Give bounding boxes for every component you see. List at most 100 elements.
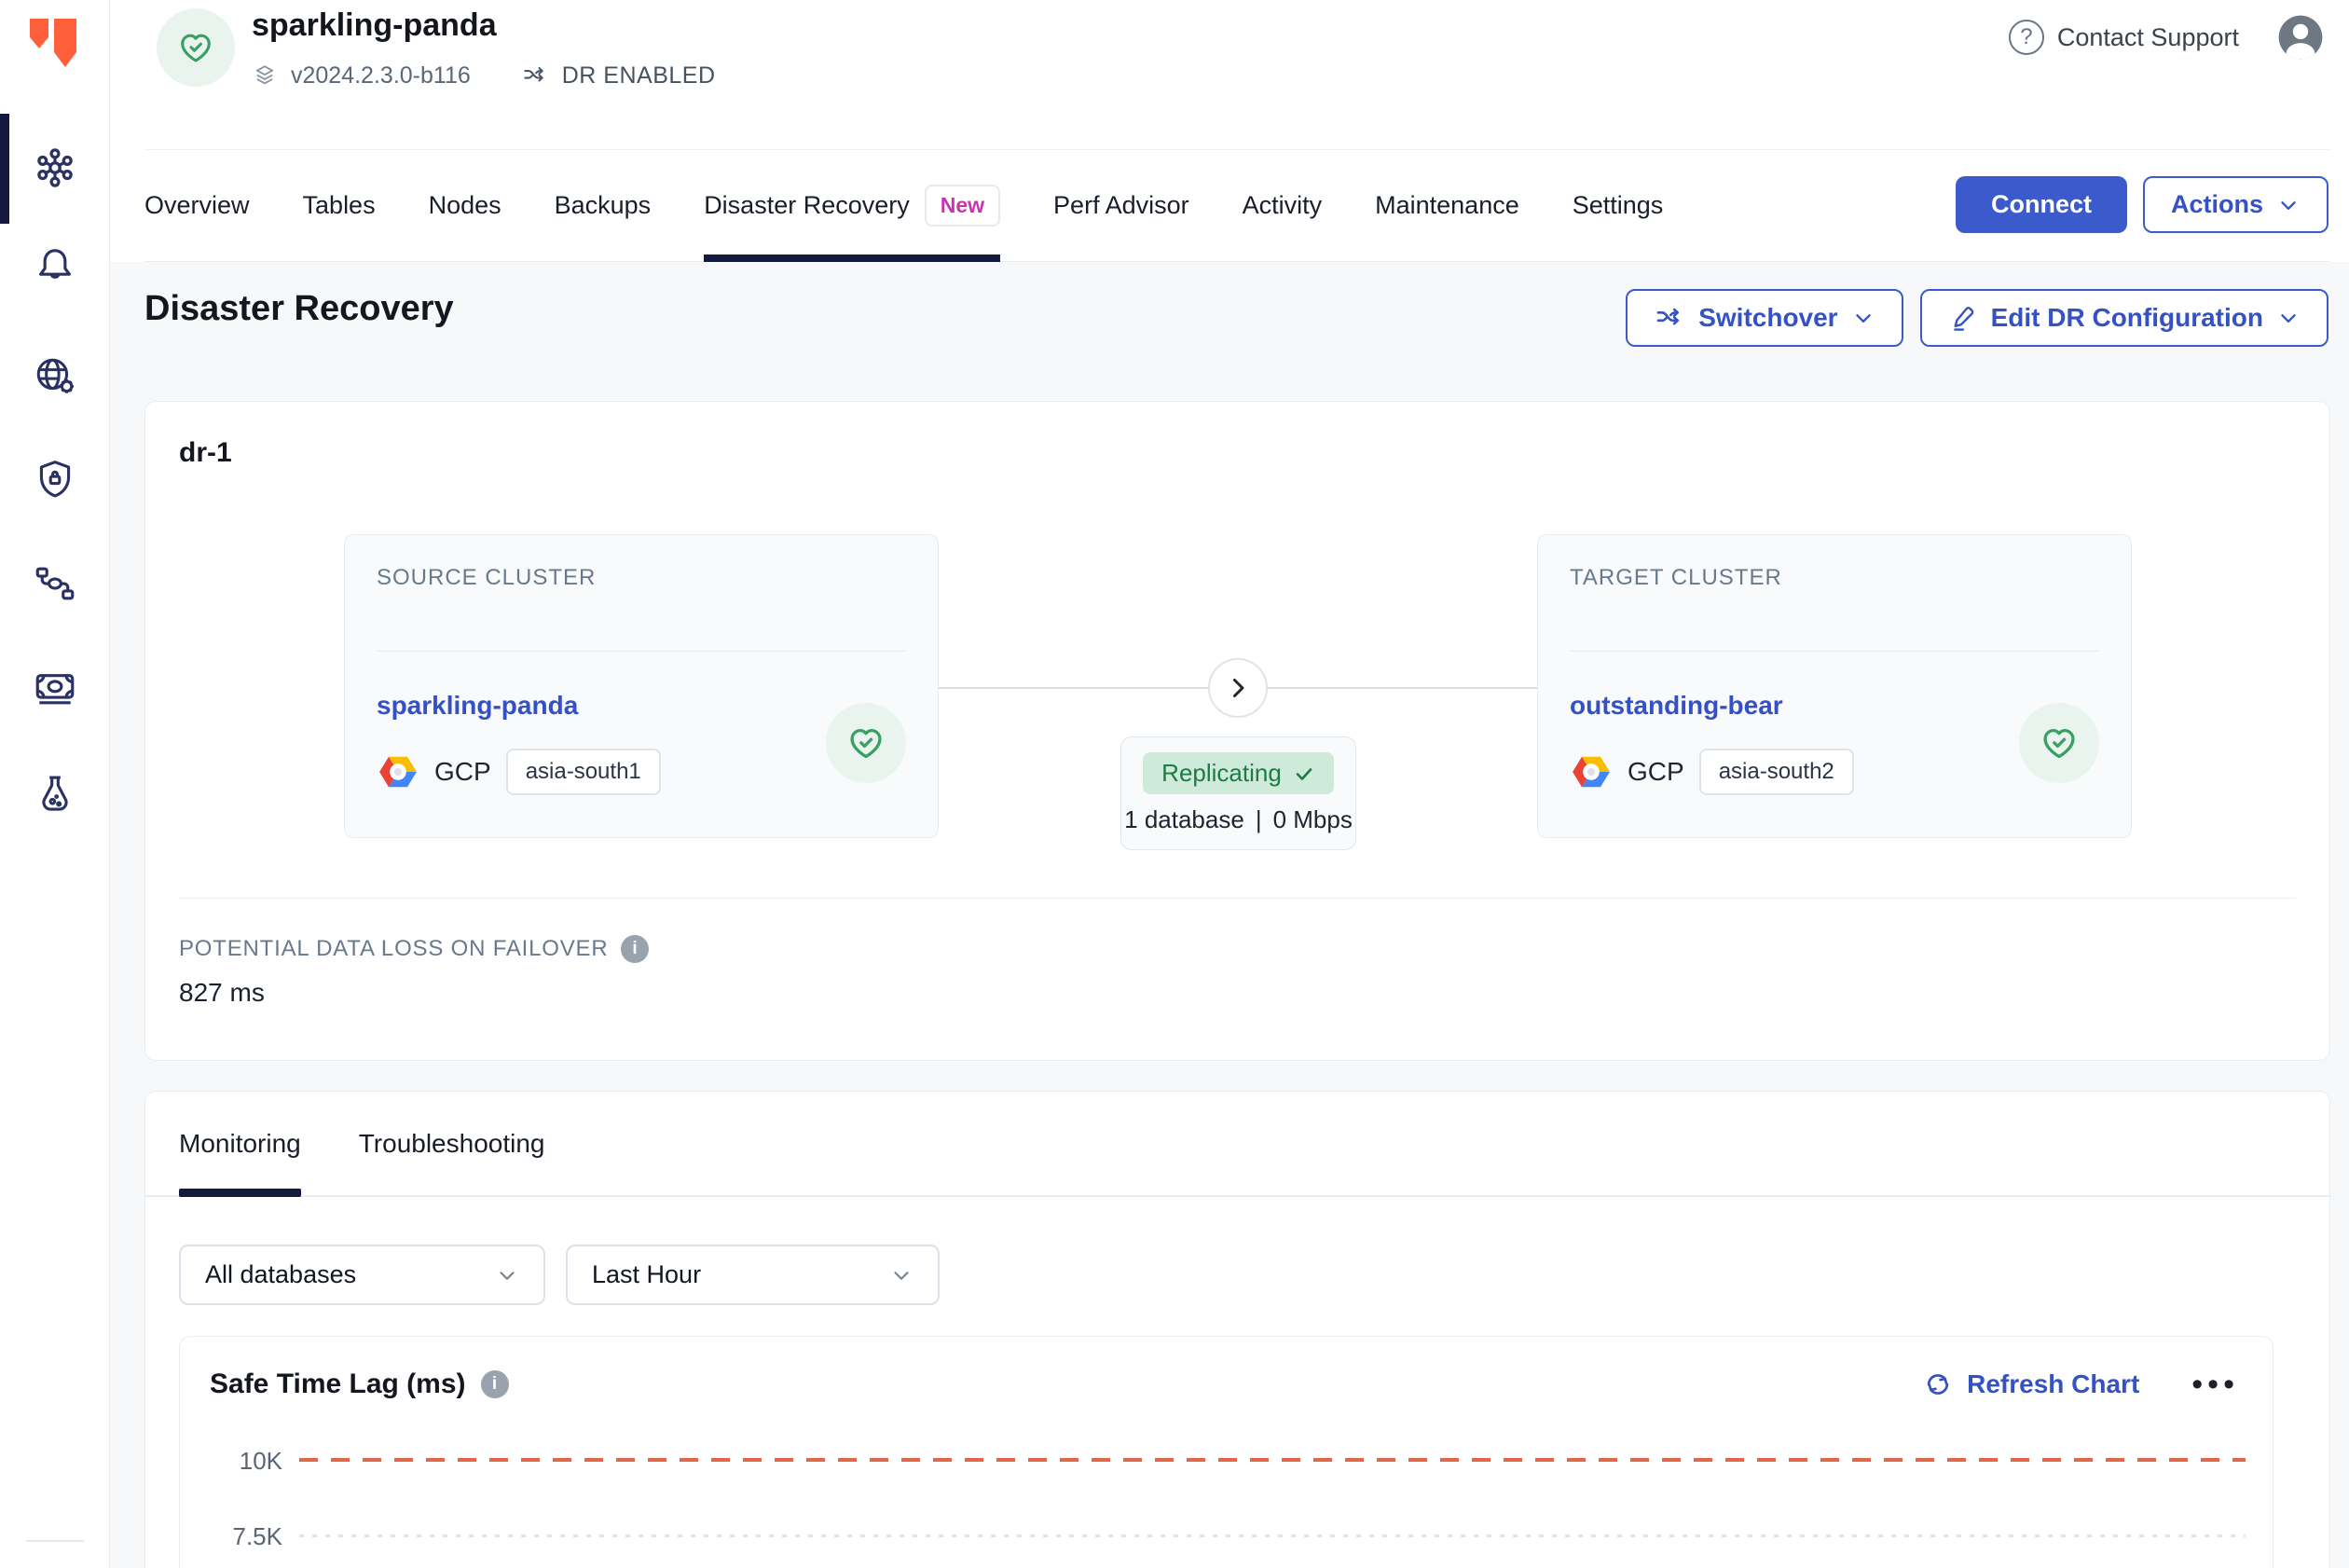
source-cluster-link[interactable]: sparkling-panda [377,691,661,721]
app-root: sparkling-panda v2024.2.3.0-b116 [0,0,2349,1568]
refresh-chart-button[interactable]: Refresh Chart [1922,1369,2139,1400]
target-health-badge [2019,703,2099,783]
data-loss-value: 827 ms [179,978,265,1008]
flask-icon [32,771,78,818]
replication-detail: 1 database | 0 Mbps [1124,805,1353,834]
tab-troubleshooting[interactable]: Troubleshooting [359,1092,545,1195]
cluster-meta: v2024.2.3.0-b116 DR ENABLED [252,62,716,89]
sidebar-item-alerts[interactable] [29,240,81,292]
tab-nodes[interactable]: Nodes [429,150,501,261]
chevron-down-icon [2276,193,2301,217]
edit-pencil-icon [1948,303,1978,333]
active-nav-indicator [0,114,9,224]
replication-status-box: Replicating 1 database | 0 Mbps [1120,736,1356,850]
chart-filters: All databases Last Hour [179,1245,940,1305]
tab-disaster-recovery[interactable]: Disaster Recovery New [704,150,1000,261]
source-region-pill: asia-south1 [506,749,661,795]
switchover-button[interactable]: Switchover [1626,289,1903,347]
sidebar-item-labs[interactable] [29,768,81,820]
shield-lock-icon [32,456,78,502]
tab-monitoring[interactable]: Monitoring [179,1092,301,1195]
topbar-buttons: Connect Actions [1956,176,2328,233]
chart-header: Safe Time Lag (ms) i Refr [210,1369,2239,1400]
cluster-version: v2024.2.3.0-b116 [291,62,471,89]
cluster-card-divider [377,651,906,652]
y-axis-tick-7-5k: 7.5K [208,1522,282,1551]
monitoring-card: Monitoring Troubleshooting All databases… [144,1091,2330,1568]
edit-dr-configuration-button[interactable]: Edit DR Configuration [1920,289,2328,347]
refresh-icon [1922,1369,1954,1400]
question-circle-icon: ? [2009,20,2044,55]
globe-gear-icon [31,352,79,401]
cluster-health-badge [157,8,235,87]
source-cluster-card: SOURCE CLUSTER sparkling-panda [344,534,939,838]
info-icon[interactable]: i [481,1370,509,1398]
source-health-badge [826,703,906,783]
connect-button[interactable]: Connect [1956,176,2127,233]
heart-check-icon [175,27,216,68]
sidebar-item-billing[interactable] [29,662,81,714]
sidebar-item-regions[interactable] [29,351,81,403]
target-cluster-link[interactable]: outstanding-bear [1570,691,1854,721]
target-provider-label: GCP [1628,757,1684,787]
page-actions: Switchover Edit DR Configuration [1626,289,2328,347]
cluster-card-divider [1570,651,2099,652]
source-provider-label: GCP [434,757,491,787]
dr-config-name: dr-1 [179,437,232,469]
sidebar-item-integrations[interactable] [29,557,81,610]
chevron-down-icon [889,1263,914,1287]
safe-time-lag-chart-card: Safe Time Lag (ms) i Refr [179,1336,2273,1568]
chevron-down-icon [495,1263,519,1287]
y-axis-tick-10k: 10K [208,1447,282,1476]
tab-activity[interactable]: Activity [1243,150,1323,261]
topbar: sparkling-panda v2024.2.3.0-b116 [110,0,2349,262]
layers-icon [252,62,278,89]
target-cluster-role-label: TARGET CLUSTER [1570,565,2099,591]
threshold-line-10k [299,1458,2246,1462]
replication-status-pill: Replicating [1143,752,1334,794]
heart-check-icon [2038,722,2081,764]
sidebar-divider [26,1540,84,1542]
tab-backups[interactable]: Backups [555,150,652,261]
chevron-right-icon [1208,658,1268,718]
dr-card-divider [179,898,2296,899]
gcp-icon [377,750,419,793]
tab-overview[interactable]: Overview [144,150,250,261]
database-select[interactable]: All databases [179,1245,545,1305]
actions-button[interactable]: Actions [2143,176,2328,233]
dr-enabled-label: DR ENABLED [562,62,716,89]
source-cluster-role-label: SOURCE CLUSTER [377,565,906,591]
new-badge: New [925,185,1000,227]
sidebar-item-clusters[interactable] [29,142,81,194]
page-title: Disaster Recovery [144,289,454,329]
target-region-pill: asia-south2 [1699,749,1854,795]
money-icon [32,665,78,711]
chevron-down-icon [2276,306,2301,330]
yugabyte-logo[interactable] [26,15,84,75]
time-range-select[interactable]: Last Hour [566,1245,940,1305]
sidebar-item-security[interactable] [29,453,81,505]
contact-support-label: Contact Support [2057,23,2239,52]
tab-tables[interactable]: Tables [303,150,376,261]
monitoring-tabbar: Monitoring Troubleshooting [145,1092,2329,1197]
chart-menu-button[interactable]: ••• [2191,1375,2239,1394]
dr-shuffle-icon [521,62,549,89]
chart-title: Safe Time Lag (ms) i [210,1369,509,1400]
tab-maintenance[interactable]: Maintenance [1375,150,1519,261]
tab-settings[interactable]: Settings [1573,150,1664,261]
sidebar [0,0,110,1568]
bell-icon [32,242,78,289]
tab-perf-advisor[interactable]: Perf Advisor [1053,150,1189,261]
gridline-7-5k [299,1534,2246,1537]
info-icon[interactable]: i [621,935,649,963]
target-cluster-card: TARGET CLUSTER outstanding-bear [1537,534,2132,838]
check-icon [1293,763,1315,785]
chevron-down-icon [1851,306,1875,330]
flow-icon [32,560,78,607]
switchover-icon [1654,302,1685,334]
data-loss-label-row: POTENTIAL DATA LOSS ON FAILOVER i [179,935,649,963]
user-avatar[interactable] [2274,11,2327,63]
heart-check-icon [845,722,887,764]
contact-support-button[interactable]: ? Contact Support [2009,20,2239,55]
gcp-icon [1570,750,1613,793]
